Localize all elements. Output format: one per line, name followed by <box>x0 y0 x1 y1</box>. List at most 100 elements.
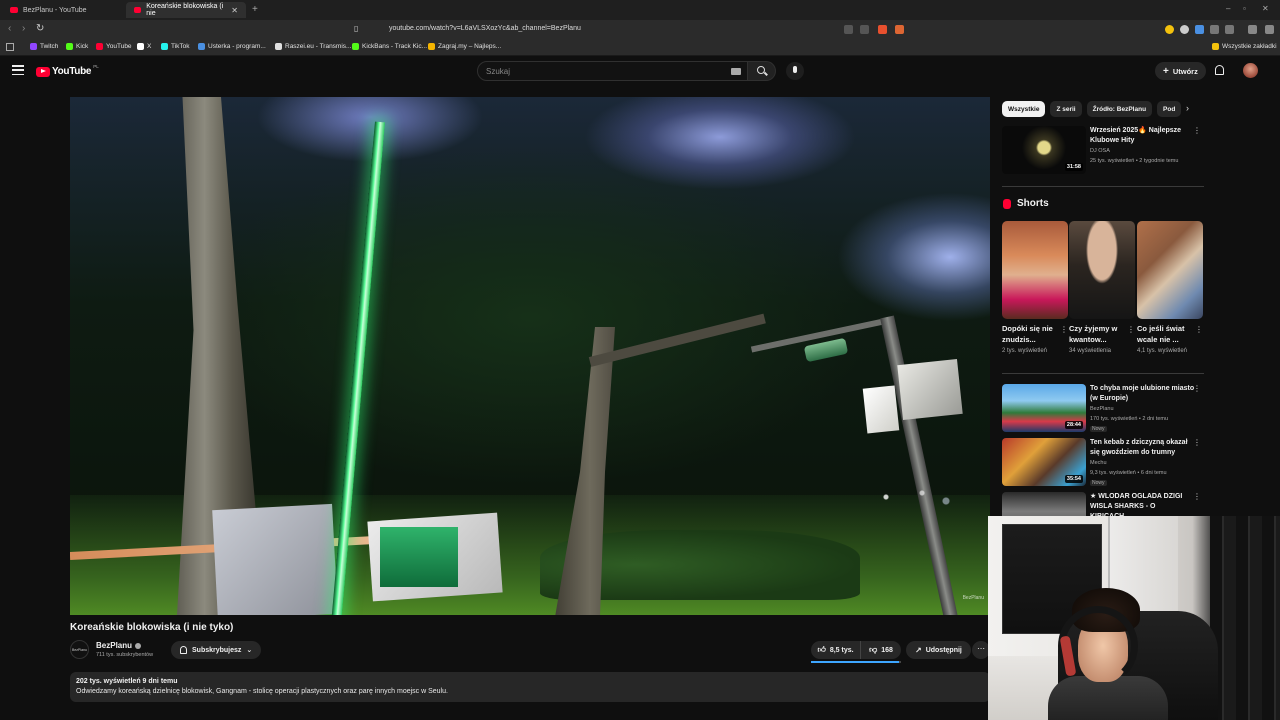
more-options-icon[interactable]: ⋮ <box>1193 384 1201 393</box>
browser-tab-active-video[interactable]: Koreańskie blokowiska (i nie ✕ <box>126 2 246 18</box>
browser-tab-strip: BezPlanu - YouTube Koreańskie blokowiska… <box>0 0 1280 20</box>
youtube-logo[interactable]: YouTube PL <box>36 64 99 77</box>
recommendation-thumbnail[interactable]: 28:44 <box>1002 384 1086 432</box>
voice-search-mic-icon[interactable] <box>786 62 804 80</box>
short-views: 34 wyświetlenia <box>1069 348 1112 354</box>
chip-all[interactable]: Wszystkie <box>1002 101 1046 117</box>
bookmark-label: KickBans - Track Kic... <box>362 43 428 50</box>
recommendation-title[interactable]: To chyba moje ulubione miasto (w Europie… <box>1090 384 1196 404</box>
extension-icon[interactable] <box>1195 25 1204 34</box>
create-button[interactable]: + Utwórz <box>1155 62 1206 80</box>
recommendation-item[interactable]: 31:58 Wrzesień 2025🔥 Najlepsze Klubowe H… <box>1002 126 1207 176</box>
more-options-icon[interactable]: ⋮ <box>1193 438 1201 447</box>
subscribed-button[interactable]: Subskrybujesz ⌄ <box>171 641 262 659</box>
short-title[interactable]: Czy żyjemy w kwantow... <box>1069 323 1125 345</box>
url-text[interactable]: youtube.com/watch?v=L6aVLSXozYc&ab_chann… <box>389 25 581 32</box>
back-arrow-icon[interactable]: ‹ <box>8 23 11 34</box>
description-box[interactable]: 202 tys. wyświetleń 9 dni temu Odwiedzam… <box>70 672 990 702</box>
more-options-icon[interactable]: ⋮ <box>1127 325 1135 334</box>
short-item[interactable]: Czy żyjemy w kwantow... 34 wyświetlenia … <box>1069 221 1135 354</box>
kickbans-icon <box>352 43 359 50</box>
recommendation-thumbnail[interactable]: 31:58 <box>1002 126 1086 174</box>
short-title[interactable]: Co jeśli świat wcale nie ... <box>1137 323 1193 345</box>
all-bookmarks-label: Wszystkie zakładki <box>1222 43 1277 50</box>
user-avatar[interactable] <box>1243 63 1258 78</box>
bookmark-kick[interactable]: Kick <box>66 43 88 50</box>
short-item[interactable]: Dopóki się nie znudzis... 2 tys. wyświet… <box>1002 221 1068 354</box>
recommendation-channel[interactable]: BezPlanu <box>1090 406 1114 412</box>
bookmark-x[interactable]: X <box>137 43 151 50</box>
brave-shields-icon[interactable] <box>878 25 887 34</box>
bookmark-twitch[interactable]: Twitch <box>30 43 58 50</box>
search-input[interactable]: Szukaj <box>477 61 748 81</box>
short-title[interactable]: Dopóki się nie znudzis... <box>1002 323 1058 345</box>
media-controls-icon[interactable] <box>1248 25 1257 34</box>
bookmark-youtube[interactable]: YouTube <box>96 43 132 50</box>
bookmark-page-icon[interactable]: ▯ <box>354 24 358 33</box>
browser-tab-bezplanu[interactable]: BezPlanu - YouTube <box>2 2 124 18</box>
thumbs-down-icon: 👎︎ <box>869 645 878 654</box>
bell-icon <box>180 646 187 654</box>
channel-name[interactable]: BezPlanu <box>96 641 142 650</box>
extension-icon[interactable] <box>1180 25 1189 34</box>
keyboard-icon[interactable] <box>731 68 741 75</box>
like-button[interactable]: 👍︎ 8,5 tys. <box>811 641 861 659</box>
close-window-icon[interactable]: ✕ <box>1262 4 1269 13</box>
chevron-right-icon[interactable]: › <box>1186 103 1189 113</box>
short-thumbnail[interactable] <box>1069 221 1135 319</box>
minimize-window-icon[interactable]: – <box>1226 4 1230 13</box>
bookmark-tiktok[interactable]: TikTok <box>161 43 190 50</box>
search-button[interactable] <box>748 61 776 81</box>
dislike-button[interactable]: 👎︎ 168 <box>861 641 901 659</box>
video-player[interactable]: BezPlanu <box>70 97 990 615</box>
bookmark-kickbans[interactable]: KickBans - Track Kic... <box>352 43 427 50</box>
recommendation-thumbnail[interactable]: 35:54 <box>1002 438 1086 486</box>
address-bar[interactable]: ▯ youtube.com/watch?v=L6aVLSXozYc&ab_cha… <box>354 23 910 37</box>
extensions-puzzle-icon[interactable] <box>1210 25 1219 34</box>
twitch-icon <box>30 43 37 50</box>
bookmark-raszei[interactable]: Raszei.eu - Transmis... <box>275 43 351 50</box>
menu-icon[interactable] <box>1265 25 1274 34</box>
notifications-bell-icon[interactable] <box>1215 65 1224 75</box>
bookmark-usterka[interactable]: Usterka - program... <box>198 43 266 50</box>
new-badge: Nowy <box>1090 426 1107 432</box>
short-thumbnail[interactable] <box>1002 221 1068 319</box>
zagraj-icon <box>428 43 435 50</box>
tab-media-icon[interactable] <box>844 25 853 34</box>
maximize-window-icon[interactable]: ▫ <box>1243 4 1246 13</box>
reload-icon[interactable]: ↻ <box>36 23 44 34</box>
recommendation-title[interactable]: Ten kebab z dziczyzną okazał się gwoździ… <box>1090 438 1196 458</box>
share-page-icon[interactable] <box>860 25 869 34</box>
recommendation-meta: 25 tys. wyświetleń • 2 tygodnie temu <box>1090 158 1179 164</box>
sidebar-toggle-icon[interactable] <box>1225 25 1234 34</box>
short-thumbnail[interactable] <box>1137 221 1203 319</box>
forward-arrow-icon[interactable]: › <box>22 23 25 34</box>
share-button[interactable]: ↗ Udostępnij <box>906 641 971 659</box>
recommendation-item[interactable]: 28:44 To chyba moje ulubione miasto (w E… <box>1002 384 1207 434</box>
tab-close-icon[interactable]: ✕ <box>231 6 238 15</box>
recommendation-item[interactable]: 35:54 Ten kebab z dziczyzną okazał się g… <box>1002 438 1207 488</box>
all-bookmarks-folder[interactable]: Wszystkie zakładki <box>1212 43 1277 50</box>
extension-icon[interactable] <box>1165 25 1174 34</box>
chip-more[interactable]: Pod <box>1157 101 1182 117</box>
section-divider <box>1002 186 1204 187</box>
recommendation-title[interactable]: Wrzesień 2025🔥 Najlepsze Klubowe Hity <box>1090 126 1196 146</box>
recommendation-channel[interactable]: Mechu <box>1090 460 1107 466</box>
chip-series[interactable]: Z serii <box>1050 101 1082 117</box>
apps-grid-icon[interactable] <box>6 43 14 51</box>
video-frame-distant-lights <box>850 477 970 517</box>
more-options-icon[interactable]: ⋮ <box>1195 325 1203 334</box>
bookmark-zagraj[interactable]: Zagraj.my – Najleps... <box>428 43 501 50</box>
chip-source[interactable]: Źródło: BezPlanu <box>1086 101 1153 117</box>
new-tab-button[interactable]: + <box>252 4 258 15</box>
channel-avatar[interactable]: BezPlanu <box>70 640 89 659</box>
more-options-icon[interactable]: ⋮ <box>1060 325 1068 334</box>
more-options-icon[interactable]: ⋮ <box>1193 492 1201 501</box>
channel-name-text[interactable]: BezPlanu <box>96 641 132 650</box>
more-options-icon[interactable]: ⋮ <box>1193 126 1201 135</box>
short-item[interactable]: Co jeśli świat wcale nie ... 4,1 tys. wy… <box>1137 221 1203 354</box>
youtube-wordmark: YouTube <box>52 66 92 77</box>
brave-rewards-icon[interactable] <box>895 25 904 34</box>
hamburger-menu-icon[interactable] <box>12 65 24 75</box>
recommendation-channel[interactable]: DJ OSA <box>1090 148 1110 154</box>
